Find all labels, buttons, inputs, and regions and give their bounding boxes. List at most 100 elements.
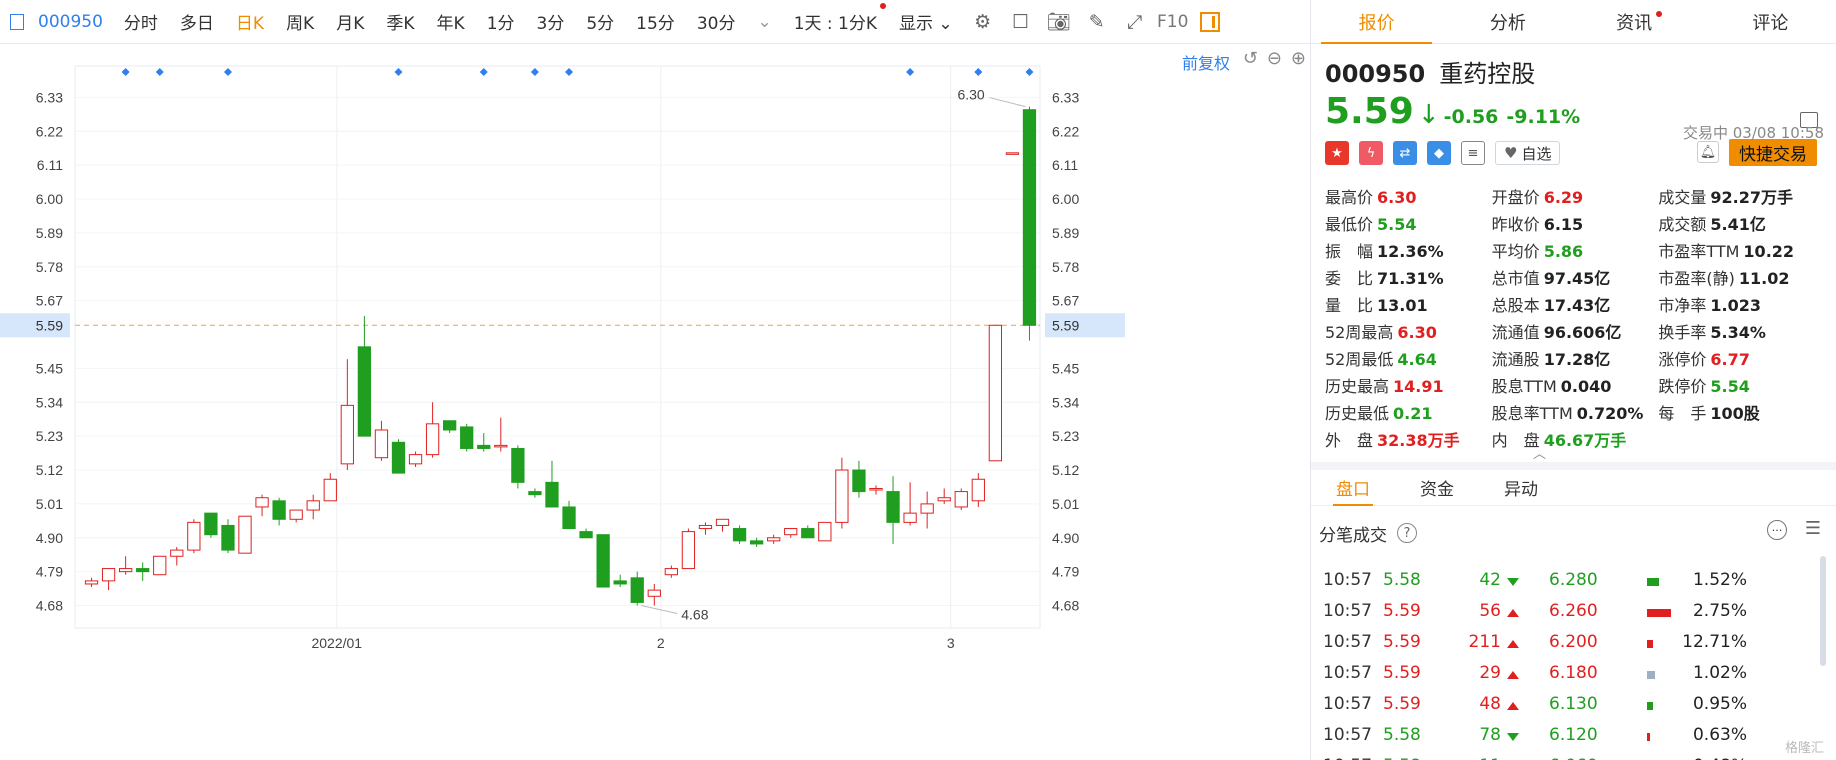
tick-row: 10:57 5.59 211 6.200 12.71% [1311, 628, 1836, 656]
tick-price: 5.58 [1383, 725, 1421, 745]
quote-value: 5.54 [1377, 214, 1417, 234]
sub-tabs: 盘口 资金 异动 [1311, 462, 1836, 506]
note-icon[interactable]: ≡ [1461, 141, 1485, 165]
period-3min[interactable]: 3分 [526, 9, 576, 34]
event-marker-icon [479, 68, 488, 76]
candle-body [545, 481, 559, 508]
depth-price: 6.060 [1549, 756, 1598, 760]
candle-body [170, 549, 184, 557]
quote-label: 外 盘 [1325, 430, 1374, 450]
tab-zixun[interactable]: 资讯 [1574, 0, 1705, 43]
quote-label: 52周最高 [1325, 322, 1394, 342]
list-icon[interactable]: ☰ [1805, 518, 1821, 539]
tick-price: 5.59 [1383, 694, 1421, 714]
price-tick-left: 6.11 [37, 157, 63, 173]
stock-code-link[interactable]: 000950 [34, 12, 113, 32]
tab-baojia[interactable]: 报价 [1311, 0, 1442, 44]
camera-icon[interactable]: 📷︎ [1047, 10, 1071, 33]
shape-select-icon[interactable]: ☐ [1010, 11, 1032, 33]
tick-row: 10:57 5.58 78 6.120 0.63% [1311, 721, 1836, 749]
up-triangle-icon [1507, 671, 1519, 679]
price-tick-right: 4.90 [1052, 530, 1079, 546]
scrollbar[interactable] [1820, 556, 1826, 666]
shuffle-icon[interactable]: ⇄ [1393, 141, 1417, 165]
fullscreen-icon[interactable]: ⤢ [1124, 11, 1146, 33]
price-tick-right: 6.11 [1052, 157, 1078, 173]
bell-icon[interactable]: 🔔︎ [1697, 141, 1719, 163]
quote-label: 量 比 [1325, 295, 1374, 315]
period-15min[interactable]: 15分 [625, 9, 686, 34]
gear-icon[interactable]: ⚙ [972, 11, 994, 33]
candle-body [221, 524, 235, 551]
period-duori[interactable]: 多日 [169, 9, 225, 34]
chevron-up-icon[interactable]: ︿ [1533, 443, 1546, 462]
candle-body [732, 528, 747, 542]
candle-body [1005, 152, 1020, 155]
tick-volume: 42 [1479, 570, 1501, 590]
tab-label: 资讯 [1616, 12, 1653, 34]
quote-row: 历史最低 0.21 股息率TTM 0.720% 每 手 100股 [1325, 398, 1825, 425]
quote-value: 4.64 [1397, 349, 1437, 369]
period-5min[interactable]: 5分 [575, 9, 625, 34]
add-watchlist-button[interactable]: ♥ 自选 [1495, 141, 1561, 165]
candle-body [204, 512, 218, 536]
quote-cell: 成交量 92.27万手 [1658, 184, 1825, 208]
quote-label: 历史最低 [1325, 403, 1390, 423]
quick-trade-button[interactable]: 快捷交易 [1729, 139, 1817, 166]
quote-value: 5.54 [1710, 376, 1750, 396]
tab-pinglun[interactable]: 评论 [1705, 0, 1836, 43]
pencil-icon[interactable]: ✎ [1086, 11, 1108, 33]
more-icon[interactable]: ··· [1767, 520, 1787, 540]
quote-row: 振 幅 12.36% 平均价 5.86 市盈率TTM 10.22 [1325, 236, 1825, 263]
quote-cell: 每 手 100股 [1658, 400, 1825, 424]
candle-body [630, 577, 644, 603]
period-1min[interactable]: 1分 [476, 9, 526, 34]
interval-select[interactable]: 1天 : 1分K [783, 3, 888, 34]
period-30min[interactable]: 30分 [686, 9, 747, 34]
period-fenshi[interactable]: 分时 [113, 9, 169, 34]
tab-pankou[interactable]: 盘口 [1311, 470, 1395, 506]
f10-button[interactable]: F10 [1157, 12, 1188, 32]
price-tick-right: 5.34 [1052, 394, 1079, 410]
tab-label: 资金 [1420, 480, 1454, 500]
sidebar-toggle-icon[interactable] [10, 13, 24, 30]
panel-toggle-icon[interactable] [1199, 11, 1220, 32]
period-niank[interactable]: 年K [426, 9, 476, 34]
help-icon[interactable]: ? [1397, 523, 1417, 543]
stock-code: 000950 [1325, 60, 1426, 88]
price-tick-right: 6.22 [1052, 123, 1079, 139]
tick-time: 10:57 [1323, 663, 1372, 683]
tick-price: 5.58 [1383, 756, 1421, 760]
chevron-down-icon[interactable]: ⌄ [746, 12, 782, 32]
quote-value: 5.34% [1710, 322, 1766, 342]
price-tick-left: 4.68 [36, 598, 63, 614]
event-marker-icon [1025, 68, 1034, 76]
tick-price: 5.59 [1383, 632, 1421, 652]
period-jik[interactable]: 季K [375, 9, 425, 34]
price-tick-left: 4.90 [36, 530, 63, 546]
price-tick-left: 6.33 [36, 89, 63, 105]
depth-bar [1647, 671, 1655, 679]
period-rik[interactable]: 日K [225, 9, 275, 34]
bolt-icon[interactable]: ϟ [1359, 141, 1383, 165]
candle-body [613, 580, 627, 585]
tab-zijin[interactable]: 资金 [1395, 470, 1479, 505]
candle-body [988, 324, 1003, 462]
price-change-pct: -9.11% [1506, 106, 1581, 128]
candle-body [903, 512, 917, 523]
quote-label: 跌停价 [1658, 376, 1707, 396]
kline-chart[interactable]: 前复权 ↺ ⊖ ⊕ 6.33 6.33 6.22 6.22 6.11 6.11 6.00 6.… [0, 44, 1310, 760]
display-menu[interactable]: 显示 ⌄ [888, 9, 964, 34]
period-zhouk[interactable]: 周K [275, 9, 325, 34]
event-marker-icon [223, 68, 232, 76]
tab-yidong[interactable]: 异动 [1479, 470, 1563, 505]
tab-fenxi[interactable]: 分析 [1442, 0, 1573, 43]
event-marker-icon [906, 68, 915, 76]
panel-tabs: 报价 分析 资讯 评论 [1311, 0, 1836, 44]
period-yuek[interactable]: 月K [325, 9, 375, 34]
quote-value: 13.01 [1377, 295, 1428, 315]
tag-icon[interactable]: ◆ [1427, 141, 1451, 165]
depth-pct: 2.75% [1692, 601, 1747, 621]
quote-value: 32.38万手 [1377, 430, 1460, 450]
depth-bar [1647, 640, 1653, 648]
